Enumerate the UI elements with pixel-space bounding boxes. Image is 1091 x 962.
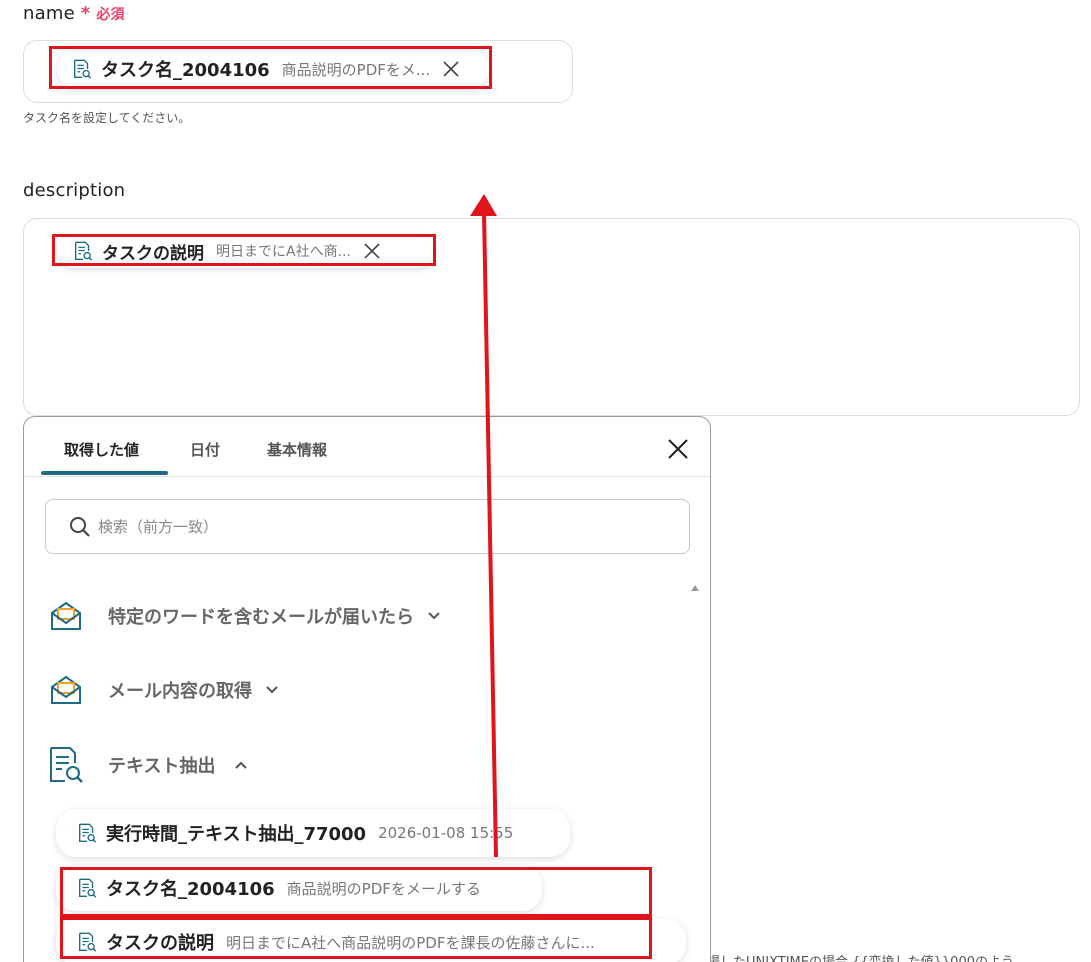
tab-divider (24, 476, 710, 477)
required-badge: 必須 (96, 7, 125, 23)
required-star: * (80, 3, 91, 24)
value-picker-panel: 取得した値 日付 基本情報 検索（前方一致） 特定のワードを含むメールが届いたら (23, 416, 711, 962)
description-field-label: description (23, 180, 126, 201)
name-label-text: name (23, 3, 75, 24)
item-value: 商品説明のPDFをメールする (286, 879, 481, 898)
scroll-up-icon[interactable] (690, 584, 700, 592)
close-icon[interactable] (363, 242, 381, 260)
tab-date[interactable]: 日付 (190, 439, 220, 460)
document-search-icon (73, 59, 92, 79)
search-placeholder: 検索（前方一致） (98, 518, 219, 536)
document-search-icon (78, 823, 97, 843)
item-name: 実行時間_テキスト抽出_77000 (106, 824, 367, 845)
active-tab-indicator (41, 471, 168, 475)
chip-name: タスク名_2004106 (101, 60, 270, 81)
list-item[interactable]: タスクの説明 明日までにA社へ商品説明のPDFを課長の佐藤さんに... (56, 919, 686, 962)
mail-open-icon (51, 601, 81, 630)
chip-value: 明日までにA社へ商... (216, 244, 351, 260)
search-input[interactable]: 検索（前方一致） (45, 499, 690, 554)
group-header[interactable]: テキスト抽出 (48, 745, 548, 785)
chip-name: タスクの説明 (102, 243, 204, 264)
group-label: 特定のワードを含むメールが届いたら (108, 607, 414, 628)
document-search-icon (50, 747, 83, 783)
close-icon[interactable] (442, 60, 460, 78)
background-help-text: 場したUNIXTIMEの場合 {{変換した値}}000のよう (707, 951, 1014, 962)
document-search-icon (74, 241, 93, 261)
list-item[interactable]: 実行時間_テキスト抽出_77000 2026-01-08 15:55 (56, 809, 570, 857)
tab-acquired-values[interactable]: 取得した値 (64, 439, 139, 460)
name-value-chip[interactable]: タスク名_2004106 商品説明のPDFをメ... (57, 50, 489, 88)
group-header[interactable]: 特定のワードを含むメールが届いたら (48, 597, 548, 635)
name-field-label: name * 必須 (23, 3, 125, 24)
group-label: テキスト抽出 (108, 756, 216, 777)
list-item[interactable]: タスク名_2004106 商品説明のPDFをメールする (56, 865, 542, 911)
item-value: 2026-01-08 15:55 (378, 824, 514, 842)
item-value: 明日までにA社へ商品説明のPDFを課長の佐藤さんに... (226, 933, 595, 952)
chevron-down-icon (428, 612, 440, 620)
group-label: メール内容の取得 (108, 681, 252, 702)
mail-open-icon (51, 675, 81, 704)
item-name: タスク名_2004106 (106, 879, 275, 900)
chevron-up-icon (235, 761, 248, 769)
document-search-icon (78, 932, 97, 952)
chevron-down-icon (266, 686, 278, 694)
item-name: タスクの説明 (106, 933, 214, 954)
document-search-icon (78, 878, 97, 898)
chip-value: 商品説明のPDFをメ... (281, 60, 431, 79)
tab-basic-info[interactable]: 基本情報 (267, 439, 327, 460)
close-icon[interactable] (667, 438, 689, 460)
search-icon (70, 516, 90, 537)
group-header[interactable]: メール内容の取得 (48, 671, 548, 709)
description-value-chip[interactable]: タスクの説明 明日までにA社へ商... (58, 234, 434, 268)
name-hint: タスク名を設定してください。 (23, 111, 191, 125)
